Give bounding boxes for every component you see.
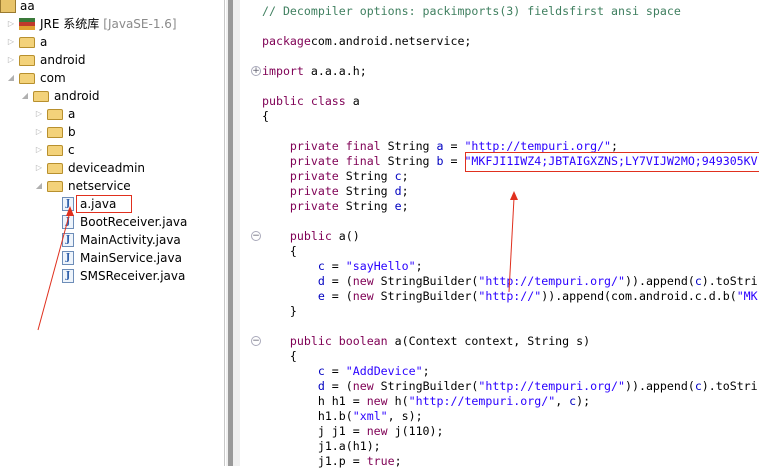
arrow-to-a-java xyxy=(37,211,71,331)
annotation-arrows xyxy=(37,191,518,331)
arrowhead-icon xyxy=(66,206,74,216)
arrow-to-string xyxy=(508,197,515,293)
arrowhead-icon xyxy=(510,191,518,200)
